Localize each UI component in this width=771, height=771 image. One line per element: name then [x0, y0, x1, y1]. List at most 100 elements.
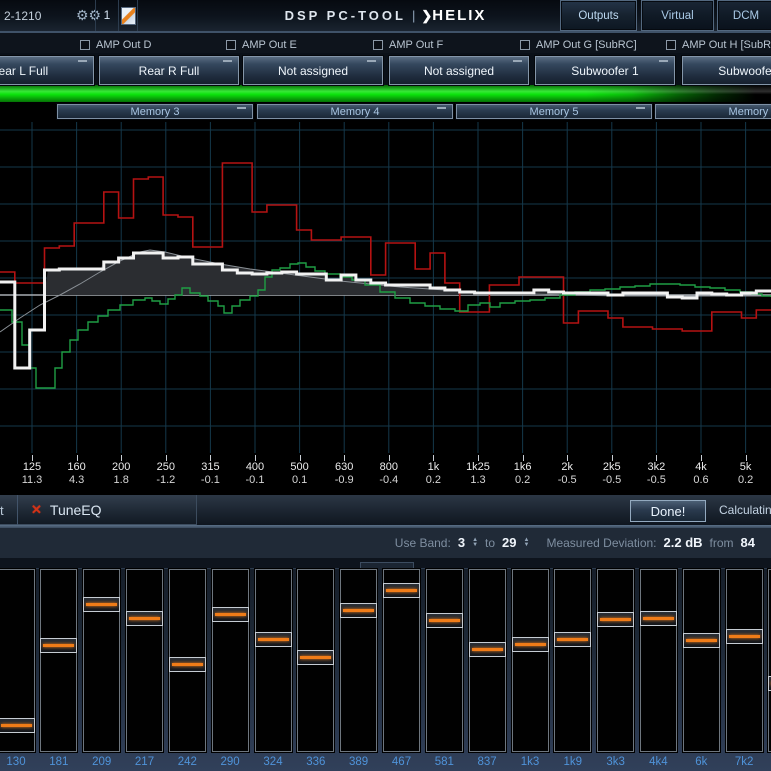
device-name: 2-1210: [4, 9, 41, 23]
checkbox[interactable]: [373, 40, 383, 50]
amp-out-checkbox-item: AMP Out H [SubRC]: [666, 39, 771, 51]
eq-slider-handle[interactable]: [297, 650, 334, 665]
eq-band-freq-label: 181: [37, 756, 81, 768]
top-button-outputs[interactable]: Outputs: [560, 0, 637, 31]
channel-assignment-button[interactable]: Subwoofer 1: [535, 56, 675, 85]
eq-slider-track[interactable]: [212, 569, 249, 752]
frequency-response-graph: [0, 118, 771, 455]
eq-slider-handle[interactable]: [169, 657, 206, 672]
eq-handle-orange-line: [43, 644, 74, 647]
eq-slider-handle[interactable]: [469, 642, 506, 657]
checkbox[interactable]: [226, 40, 236, 50]
db-value-label: 4.3: [54, 474, 100, 486]
eq-slider-track[interactable]: [469, 569, 506, 752]
eq-slider-handle[interactable]: [726, 629, 763, 644]
eq-slider-track[interactable]: [426, 569, 463, 752]
eq-slider-handle[interactable]: [126, 611, 163, 626]
eq-slider-track[interactable]: [255, 569, 292, 752]
checkbox[interactable]: [80, 40, 90, 50]
amp-out-checkbox-item: AMP Out F: [373, 39, 443, 51]
tab-partial[interactable]: t: [0, 495, 18, 525]
separator: [95, 0, 96, 31]
eq-handle-orange-line: [258, 638, 289, 641]
db-value-label: 0.2: [723, 474, 769, 486]
amp-out-label: AMP Out H [SubRC]: [682, 39, 771, 51]
eq-slider-track[interactable]: [340, 569, 377, 752]
eq-handle-orange-line: [557, 638, 588, 641]
eq-slider-handle[interactable]: [255, 632, 292, 647]
eq-slider-track[interactable]: [597, 569, 634, 752]
freq-label: 1k25: [455, 461, 501, 473]
eq-band-freq-label: 3k3: [594, 756, 638, 768]
eq-slider-track[interactable]: [126, 569, 163, 752]
db-value-label: -0.5: [633, 474, 679, 486]
checkbox[interactable]: [520, 40, 530, 50]
eq-slider-handle[interactable]: [83, 597, 120, 612]
edit-pencil-icon[interactable]: [121, 7, 136, 25]
eq-slider-track[interactable]: [83, 569, 120, 752]
memory-tab[interactable]: Memory 4: [257, 104, 453, 119]
eq-slider-track[interactable]: [169, 569, 206, 752]
memory-tab[interactable]: Memory 6: [655, 104, 771, 119]
checkbox[interactable]: [666, 40, 676, 50]
memory-tab[interactable]: Memory 3: [57, 104, 253, 119]
freq-label: 5k: [723, 461, 769, 473]
eq-handle-orange-line: [300, 656, 331, 659]
band-to-value[interactable]: 29: [502, 535, 516, 550]
freq-label: 250: [143, 461, 189, 473]
eq-slider-handle[interactable]: [640, 611, 677, 626]
grip-mark: [237, 107, 246, 109]
eq-slider-track[interactable]: [40, 569, 77, 752]
eq-slider-track[interactable]: [297, 569, 334, 752]
close-icon[interactable]: ✕: [31, 502, 42, 518]
grip-mark: [367, 60, 376, 62]
eq-slider-track[interactable]: [554, 569, 591, 752]
eq-band-freq-label: 4k4: [636, 756, 680, 768]
tab-tuneeq[interactable]: ✕ TuneEQ: [19, 495, 102, 525]
eq-slider-handle[interactable]: [0, 718, 35, 733]
eq-slider-track[interactable]: [640, 569, 677, 752]
eq-slider-handle[interactable]: [554, 632, 591, 647]
eq-slider-handle[interactable]: [512, 637, 549, 652]
eq-slider-handle[interactable]: [597, 612, 634, 627]
band-to-spinner[interactable]: ▲▼: [524, 538, 530, 547]
eq-slider-handle[interactable]: [340, 603, 377, 618]
eq-slider-track[interactable]: [383, 569, 420, 752]
deviation-label: Measured Deviation:: [546, 536, 656, 550]
amp-out-checkbox-item: AMP Out G [SubRC]: [520, 39, 637, 51]
total-bands-value: 84: [741, 535, 755, 550]
band-from-value[interactable]: 3: [458, 535, 465, 550]
eq-slider-handle[interactable]: [383, 583, 420, 598]
graphic-eq-panel: 1301812092172422903243363894675818371k31…: [0, 558, 771, 771]
top-button-virtual[interactable]: Virtual: [641, 0, 714, 31]
memory-tab[interactable]: Memory 5: [456, 104, 652, 119]
channel-assignment-button[interactable]: Not assigned: [243, 56, 383, 85]
channel-assignment-button[interactable]: Not assigned: [389, 56, 529, 85]
output-level-meter: [0, 85, 771, 102]
band-from-spinner[interactable]: ▲▼: [472, 538, 478, 547]
eq-slider-track[interactable]: [726, 569, 763, 752]
use-band-row: Use Band: 3 ▲▼ to 29 ▲▼ Measured Deviati…: [0, 528, 771, 558]
done-button[interactable]: Done!: [630, 500, 706, 522]
channel-assignment-button[interactable]: Rear L Full: [0, 56, 94, 85]
eq-handle-orange-line: [643, 617, 674, 620]
grip-mark: [636, 107, 645, 109]
channel-assignment-button[interactable]: Rear R Full: [99, 56, 239, 85]
db-value-label: 11.3: [9, 474, 55, 486]
eq-slider-handle[interactable]: [426, 613, 463, 628]
eq-slider-handle[interactable]: [212, 607, 249, 622]
eq-handle-orange-line: [215, 613, 246, 616]
freq-label: 125: [9, 461, 55, 473]
eq-slider-track[interactable]: [683, 569, 720, 752]
eq-slider-track[interactable]: [512, 569, 549, 752]
amp-out-label: AMP Out F: [389, 39, 443, 51]
channel-assignment-button[interactable]: Subwoofer 1: [682, 56, 771, 85]
eq-slider-handle[interactable]: [40, 638, 77, 653]
freq-label: 2k: [544, 461, 590, 473]
eq-handle-orange-line: [386, 589, 417, 592]
top-button-dcm[interactable]: DCM: [717, 0, 771, 31]
eq-slider-handle[interactable]: [683, 633, 720, 648]
done-label: Done!: [651, 504, 686, 519]
eq-slider-track[interactable]: [0, 569, 35, 752]
separator: [118, 0, 119, 31]
